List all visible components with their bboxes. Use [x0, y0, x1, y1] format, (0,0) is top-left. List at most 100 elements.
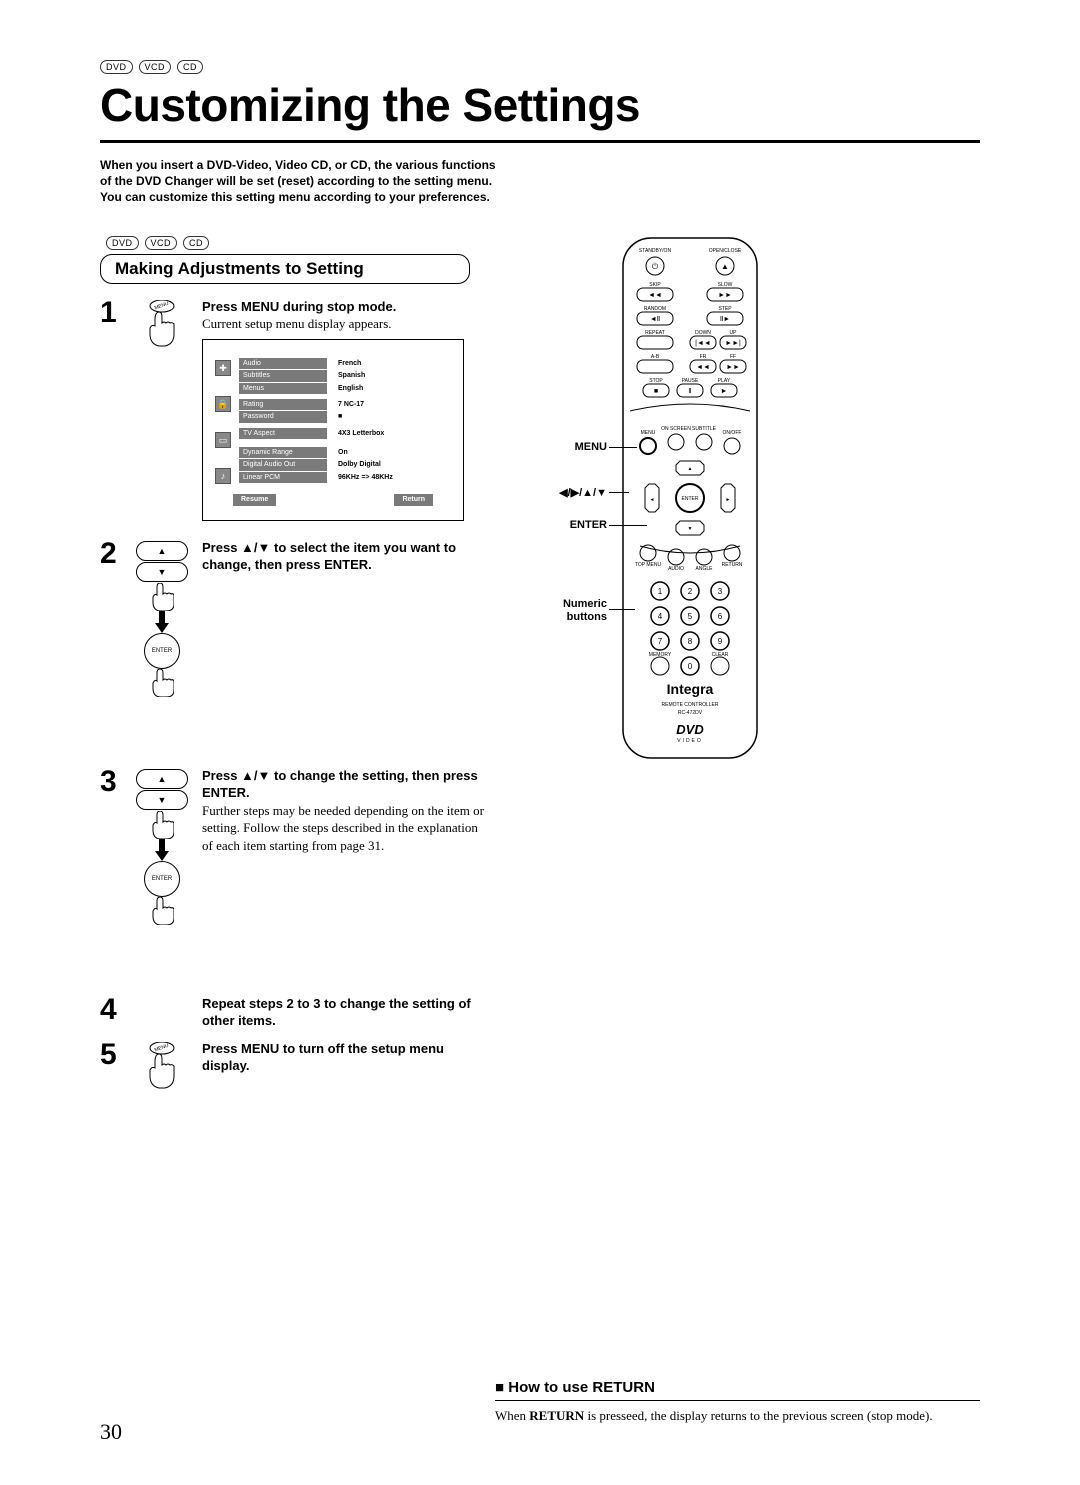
hand-icon-3: [150, 811, 174, 839]
page-number: 30: [100, 1419, 122, 1445]
step-5-number: 5: [100, 1040, 122, 1092]
step-1: 1 MENU Press MENU during stop mode. Curr…: [100, 298, 485, 521]
disc-tags-top: DVD VCD CD: [100, 60, 980, 74]
svg-text:ANGLE: ANGLE: [696, 566, 714, 572]
step-4-bold: Repeat steps 2 to 3 to change the settin…: [202, 995, 485, 1030]
svg-text:REMOTE CONTROLLER: REMOTE CONTROLLER: [662, 702, 719, 708]
menu-rating: Rating: [239, 399, 327, 410]
step-3-number: 3: [100, 767, 122, 925]
hand-icon: [150, 583, 174, 611]
tv-icon: ▭: [215, 432, 231, 448]
svg-text:A-B: A-B: [651, 354, 660, 360]
step-4: 4 Repeat steps 2 to 3 to change the sett…: [100, 995, 485, 1030]
howto-return: ■ How to use RETURN When RETURN is press…: [495, 1379, 980, 1425]
label-numeric: Numeric buttons: [547, 598, 607, 624]
lead-line-arrows: [609, 492, 629, 493]
step-2: 2 ▲ ▼ ENTER Press ▲/▼ to select the item…: [100, 539, 485, 697]
val-english: English: [338, 383, 365, 394]
val-nc17: 7 NC-17: [338, 399, 364, 410]
press-menu-icon-2: MENU: [141, 1042, 183, 1092]
svg-text:MENU: MENU: [641, 430, 656, 436]
menu-subtitles: Subtitles: [239, 370, 327, 381]
svg-text:MENU: MENU: [154, 1042, 170, 1053]
svg-text:RC-472DV: RC-472DV: [678, 710, 703, 716]
val-french: French: [338, 358, 365, 369]
val-letterbox: 4X3 Letterbox: [338, 428, 384, 439]
svg-text:|◄◄: |◄◄: [695, 340, 711, 347]
svg-text:0: 0: [688, 662, 693, 671]
svg-text:ON/OFF: ON/OFF: [723, 430, 742, 436]
svg-text:1: 1: [658, 587, 663, 596]
svg-text:◄: ◄: [650, 497, 655, 503]
svg-text:STANDBY/ON: STANDBY/ON: [639, 248, 672, 254]
lead-line-numeric: [609, 609, 635, 610]
hand-icon-4: [150, 897, 174, 925]
setup-menu-screenshot: ✚ 🔒 ▭ ♪ Audio Subtitles Menus French: [202, 339, 464, 521]
val-dolby: Dolby Digital: [338, 459, 393, 470]
val-spanish: Spanish: [338, 370, 365, 381]
svg-text:FF: FF: [730, 354, 736, 360]
howto-bullet: ■: [495, 1379, 508, 1396]
svg-text:►: ►: [721, 388, 728, 395]
hand-icon-2: [150, 669, 174, 697]
audio-icon: ♪: [215, 468, 231, 484]
svg-text:FR: FR: [700, 354, 707, 360]
svg-text:MEMORY: MEMORY: [649, 652, 672, 658]
rating-icon: 🔒: [215, 396, 231, 412]
label-menu: MENU: [567, 441, 607, 453]
title-rule: [100, 140, 980, 143]
svg-text:STOP: STOP: [649, 378, 663, 384]
val-on: On: [338, 447, 393, 458]
label-arrows: ◀/▶/▲/▼: [557, 486, 607, 499]
dvd-tag: DVD: [100, 60, 133, 74]
svg-text:VIDEO: VIDEO: [677, 738, 703, 744]
svg-text:Ⅱ►: Ⅱ►: [720, 316, 730, 323]
svg-text:5: 5: [688, 612, 693, 621]
svg-text:4: 4: [658, 612, 663, 621]
step-1-bold: Press MENU during stop mode.: [202, 298, 485, 316]
svg-text:OPEN/CLOSE: OPEN/CLOSE: [709, 248, 742, 254]
down-button-icon-2: ▼: [136, 790, 188, 810]
menu-menus: Menus: [239, 383, 327, 394]
svg-text:SUBTITLE: SUBTITLE: [692, 426, 717, 432]
menu-lpcm: Linear PCM: [239, 472, 327, 483]
svg-text:◄◄: ◄◄: [696, 364, 710, 371]
svg-text:AUDIO: AUDIO: [668, 566, 684, 572]
svg-text:6: 6: [718, 612, 723, 621]
menu-digaudio: Digital Audio Out: [239, 459, 327, 470]
svg-text:■: ■: [654, 388, 658, 395]
remote-diagram: MENU ◀/▶/▲/▼ ENTER Numeric buttons STAND…: [615, 236, 765, 771]
step-4-number: 4: [100, 995, 122, 1030]
step-3-bold: Press ▲/▼ to change the setting, then pr…: [202, 767, 485, 802]
step-5-bold: Press MENU to turn off the setup menu di…: [202, 1040, 485, 1075]
svg-text:PLAY: PLAY: [718, 378, 731, 384]
svg-text:TOP MENU: TOP MENU: [635, 562, 662, 568]
svg-text:CLEAR: CLEAR: [712, 652, 729, 658]
svg-text:SKIP: SKIP: [649, 282, 661, 288]
step-2-bold: Press ▲/▼ to select the item you want to…: [202, 539, 485, 574]
val-pw: ■: [338, 411, 364, 422]
intro-text: When you insert a DVD-Video, Video CD, o…: [100, 157, 500, 206]
svg-text:►►: ►►: [718, 292, 732, 299]
vcd-tag: VCD: [139, 60, 172, 74]
lead-line-enter: [609, 525, 647, 526]
menu-audio: Audio: [239, 358, 327, 369]
svg-text:MENU: MENU: [154, 300, 170, 311]
svg-text:DOWN: DOWN: [695, 330, 711, 336]
svg-text:SLOW: SLOW: [718, 282, 733, 288]
down-arrow-icon-2: [155, 839, 169, 861]
svg-text:▼: ▼: [688, 526, 693, 532]
svg-text:⏻: ⏻: [652, 262, 659, 271]
svg-text:RETURN: RETURN: [722, 562, 743, 568]
howto-title-text: How to use RETURN: [508, 1379, 655, 1396]
down-button-icon: ▼: [136, 562, 188, 582]
enter-button-icon-2: ENTER: [144, 861, 180, 897]
dvd-tag-2: DVD: [106, 236, 139, 250]
press-menu-icon: MENU: [141, 300, 183, 350]
lead-line-menu: [609, 447, 637, 448]
down-arrow-icon: [155, 611, 169, 633]
svg-text:►►|: ►►|: [725, 340, 741, 347]
svg-text:PAUSE: PAUSE: [682, 378, 699, 384]
svg-text:7: 7: [658, 637, 663, 646]
step-5: 5 MENU Press MENU to turn off the setup …: [100, 1040, 485, 1092]
